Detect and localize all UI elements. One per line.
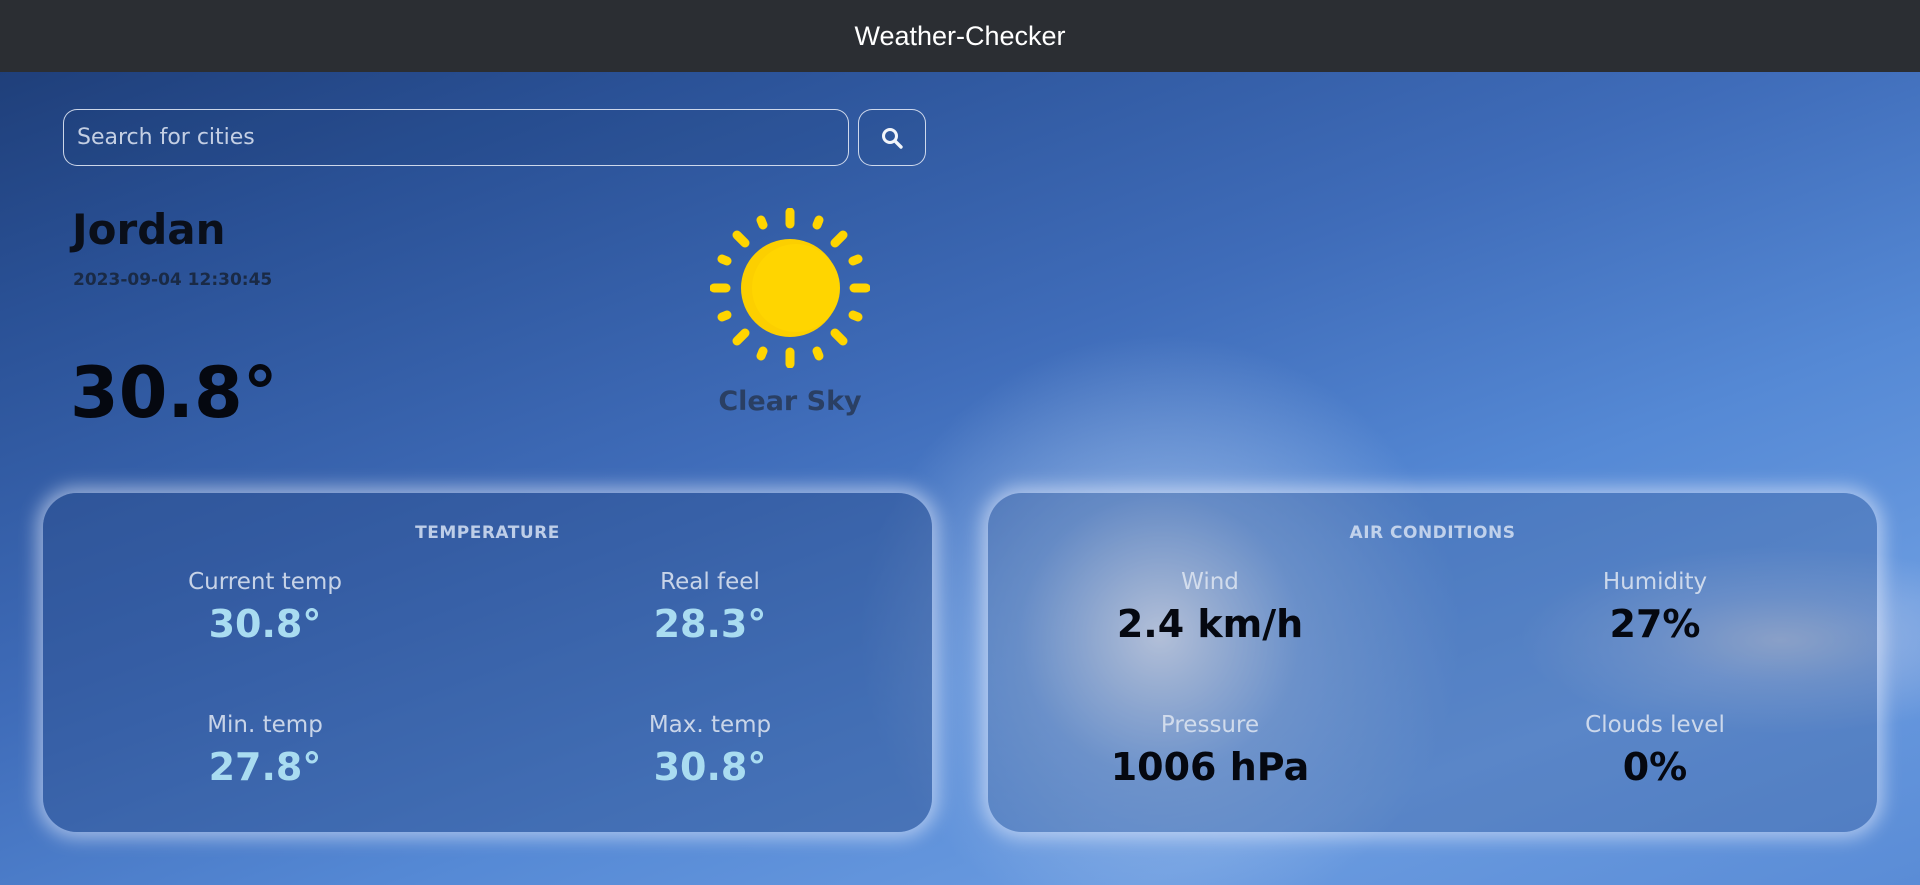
- stat-label: Clouds level: [1585, 712, 1725, 738]
- stat-label: Pressure: [1160, 712, 1260, 738]
- stat-max-temp: Max. temp 30.8°: [560, 711, 860, 791]
- air-conditions-card: AIR CONDITIONS Wind 2.4 km/h Humidity 27…: [988, 493, 1877, 832]
- stat-label: Min. temp: [207, 712, 323, 738]
- stat-label: Max. temp: [648, 712, 772, 738]
- stat-min-temp: Min. temp 27.8°: [115, 711, 415, 791]
- temperature-card: TEMPERATURE Current temp 30.8° Real feel…: [43, 493, 932, 832]
- stat-label: Wind: [1181, 569, 1239, 595]
- stat-current-temp: Current temp 30.8°: [115, 568, 415, 648]
- card-title: TEMPERATURE: [415, 523, 560, 543]
- stat-value: 28.3°: [653, 602, 767, 646]
- stat-value: 0%: [1622, 745, 1688, 789]
- date-time: 2023-09-04 12:30:45: [73, 270, 273, 290]
- stat-label: Real feel: [660, 569, 760, 595]
- stat-wind: Wind 2.4 km/h: [1060, 568, 1360, 648]
- weather-condition: Clear Sky: [718, 386, 862, 417]
- stat-pressure: Pressure 1006 hPa: [1060, 711, 1360, 791]
- stat-value: 1006 hPa: [1110, 745, 1310, 789]
- search-button[interactable]: [858, 109, 926, 166]
- card-title: AIR CONDITIONS: [1349, 523, 1516, 543]
- stat-label: Current temp: [188, 569, 342, 595]
- stat-value: 27%: [1609, 602, 1701, 646]
- stat-real-feel: Real feel 28.3°: [560, 568, 860, 648]
- search-icon: [882, 127, 903, 149]
- stat-humidity: Humidity 27%: [1505, 568, 1805, 648]
- sun-icon: [710, 208, 870, 368]
- stat-clouds-level: Clouds level 0%: [1505, 711, 1805, 791]
- search-input[interactable]: [63, 109, 849, 166]
- stat-value: 30.8°: [208, 602, 322, 646]
- stat-value: 27.8°: [208, 745, 322, 789]
- app-title: Weather-Checker: [854, 20, 1066, 51]
- current-temperature: 30.8°: [70, 352, 278, 434]
- stat-value: 30.8°: [653, 745, 767, 789]
- city-name: Jordan: [72, 205, 226, 254]
- stat-label: Humidity: [1602, 569, 1708, 595]
- top-bar: Weather-Checker: [0, 0, 1920, 72]
- stat-value: 2.4 km/h: [1116, 602, 1304, 646]
